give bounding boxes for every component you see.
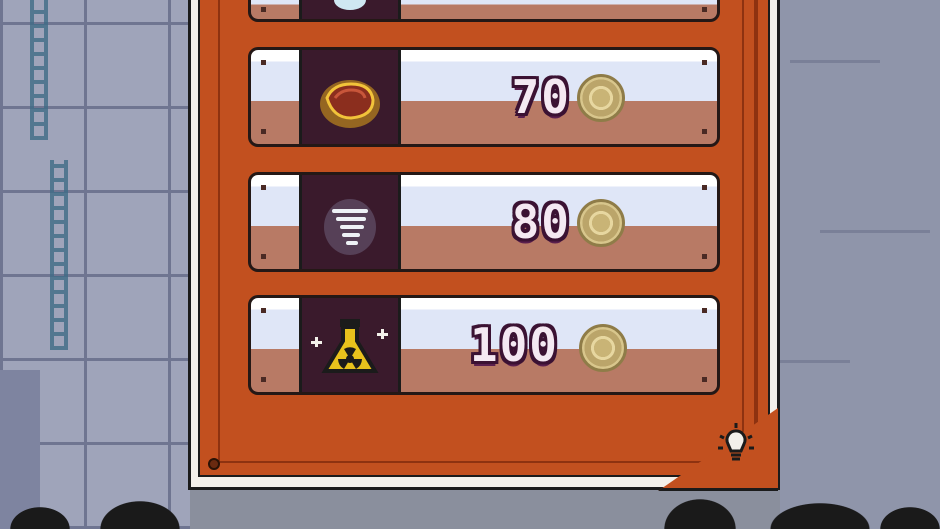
item-price-whirlwind: 80 [511, 195, 571, 249]
shop-item-row-potion[interactable]: 100 [248, 295, 720, 395]
stone-wall-right [780, 0, 940, 529]
stone-wall-left [0, 0, 190, 529]
radioactive-potion-icon [299, 298, 401, 392]
shop-item-row-partial[interactable] [248, 0, 720, 22]
whirlwind-icon [299, 175, 401, 269]
shop-item-row-meat[interactable]: 70 [248, 47, 720, 147]
meat-icon [299, 50, 401, 144]
lightbulb-icon[interactable] [708, 418, 764, 474]
rivet-icon [208, 458, 220, 470]
item-price-meat: 70 [511, 70, 571, 124]
item-price-potion: 100 [469, 318, 559, 372]
coin-icon [579, 324, 627, 372]
ice-crystal-icon [299, 0, 401, 19]
coin-icon [577, 74, 625, 122]
coin-icon [577, 199, 625, 247]
shop-item-row-whirlwind[interactable]: 80 [248, 172, 720, 272]
